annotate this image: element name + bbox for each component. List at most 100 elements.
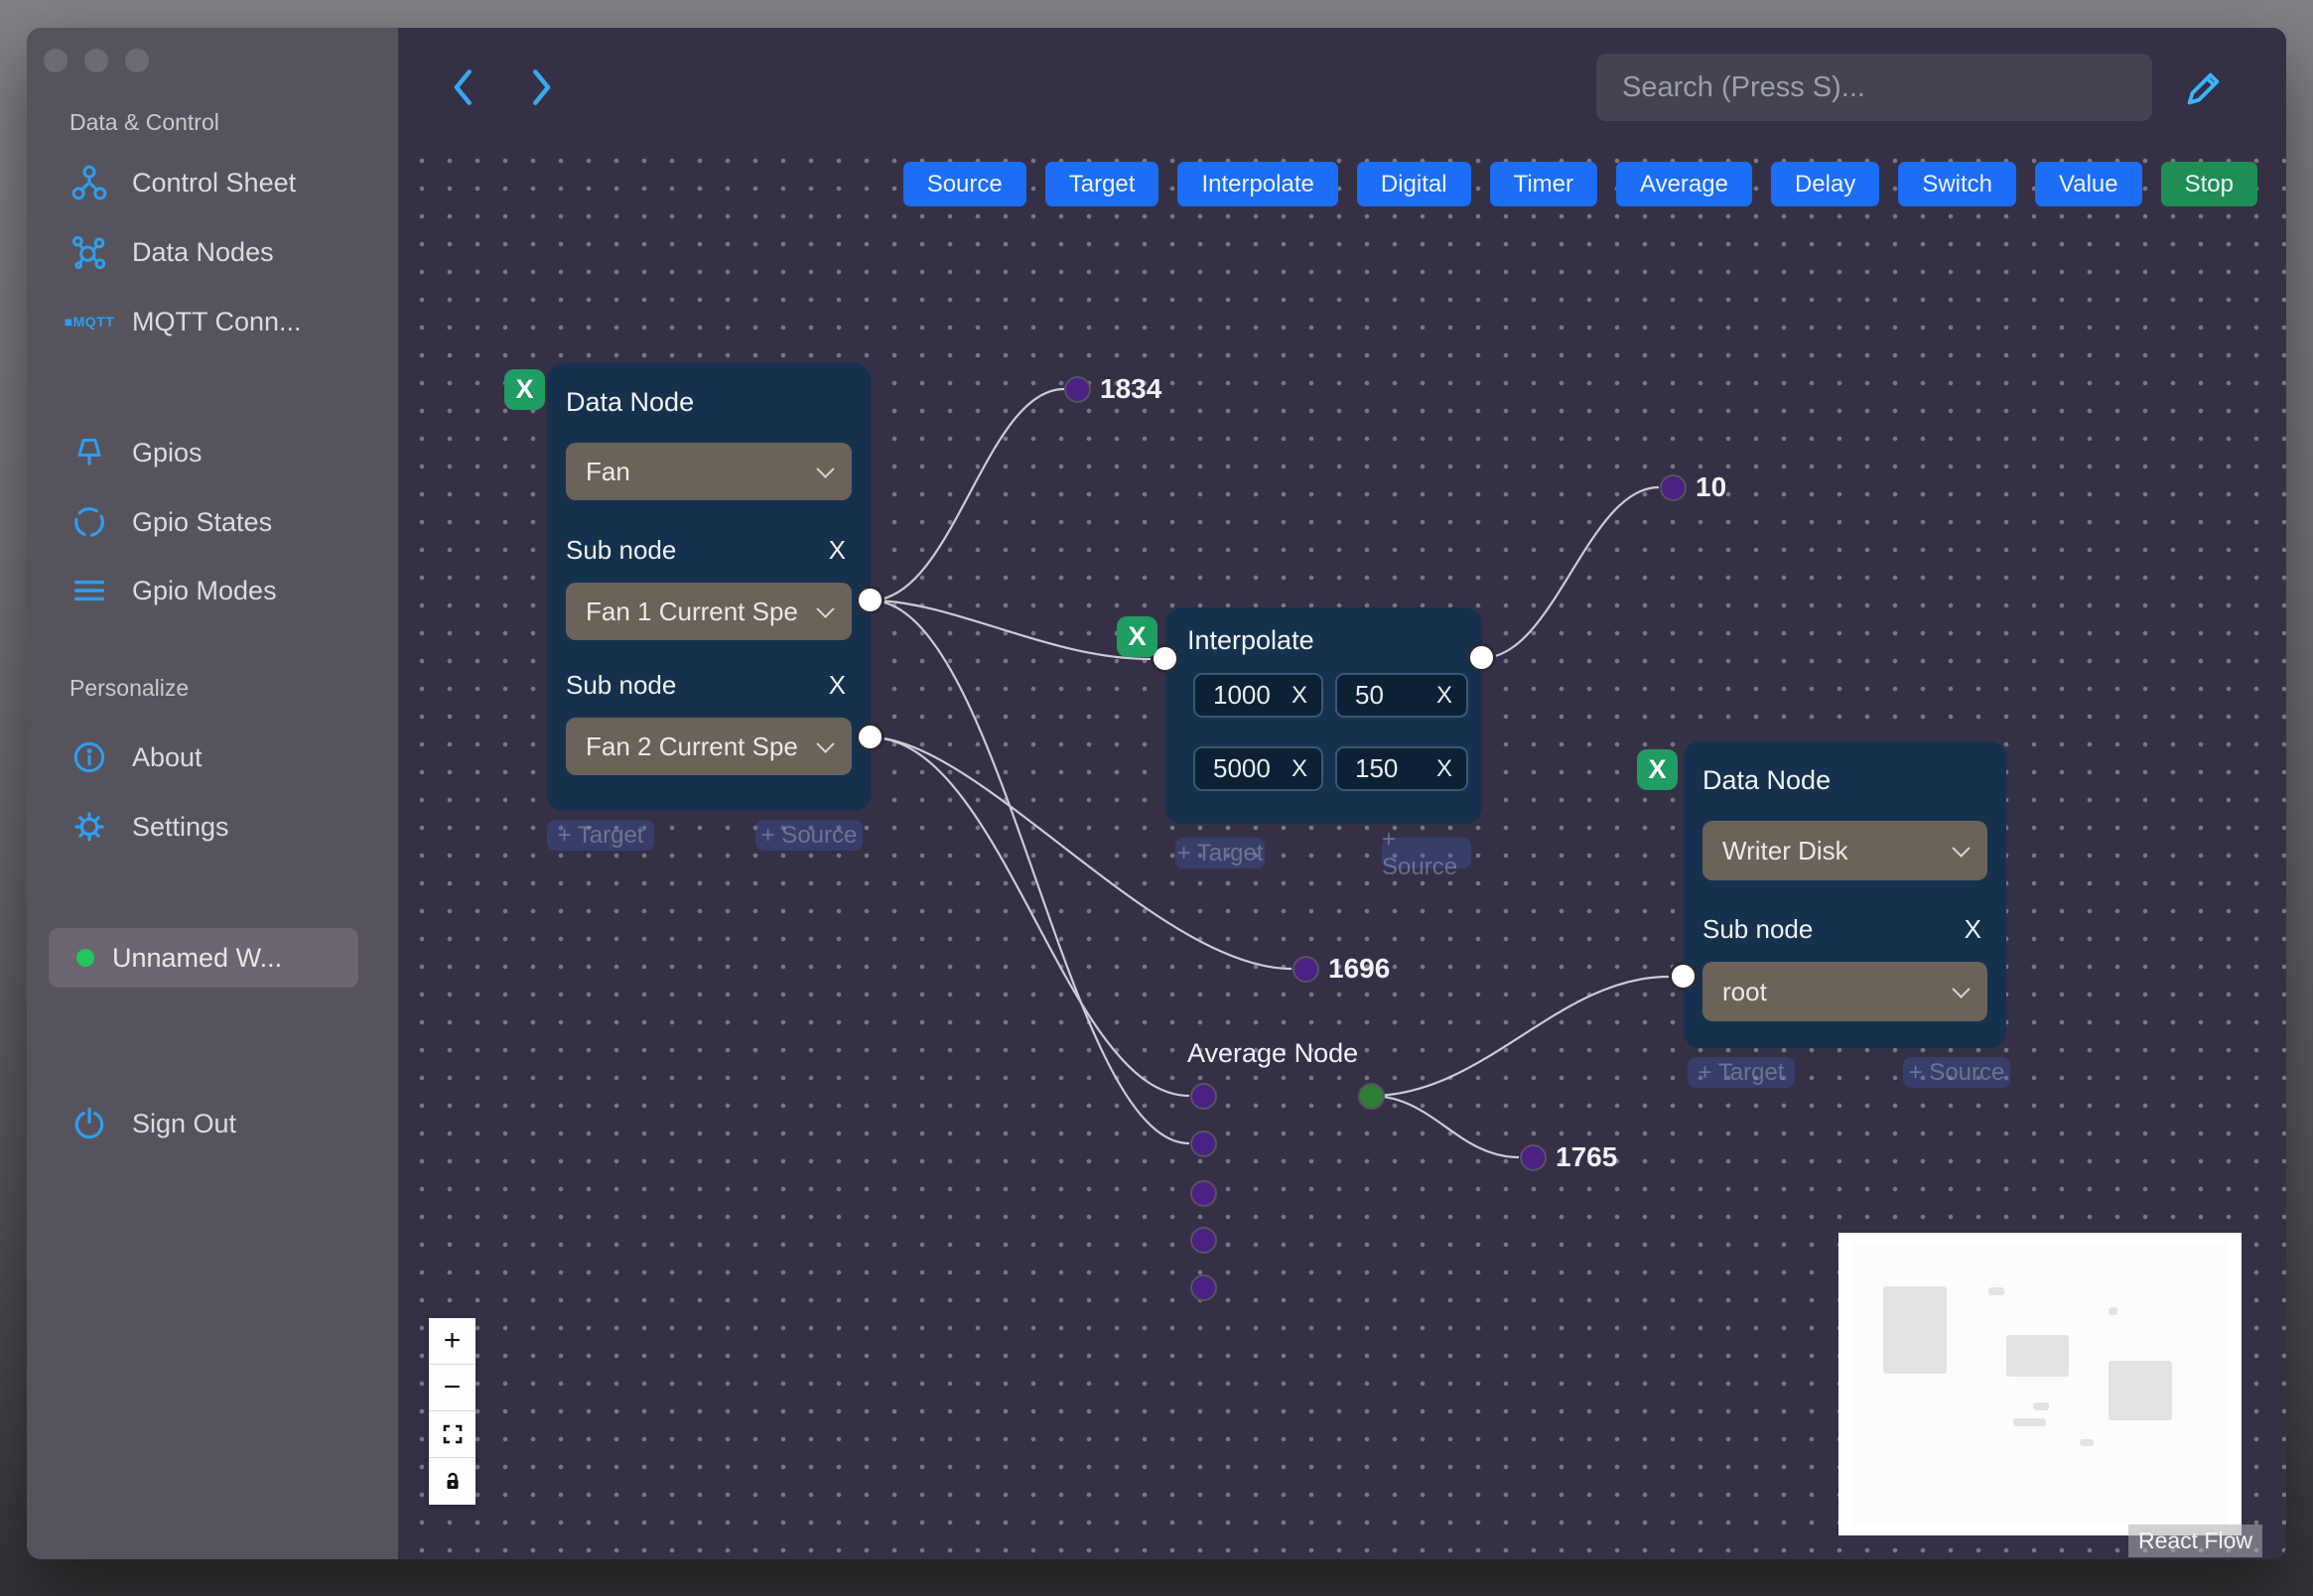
- remove-value-button[interactable]: X: [1292, 755, 1307, 783]
- sub-node-select[interactable]: Fan 2 Current Spe: [566, 718, 852, 775]
- chevron-right-icon: [533, 69, 551, 105]
- palette-interpolate-button[interactable]: Interpolate: [1177, 162, 1338, 206]
- mqtt-icon: ■MQTT: [64, 314, 115, 330]
- interpolate-value-field[interactable]: 150 X: [1335, 746, 1468, 791]
- palette-delay-button[interactable]: Delay: [1770, 162, 1880, 206]
- add-target-button[interactable]: + Target: [547, 820, 654, 851]
- sidebar-item-label: Settings: [132, 811, 229, 842]
- window-traffic-lights[interactable]: [44, 49, 149, 72]
- sub-node-select[interactable]: Fan 1 Current Spe: [566, 583, 852, 640]
- workspace-status-dot: [76, 949, 94, 967]
- remove-value-button[interactable]: X: [1436, 682, 1452, 710]
- add-target-button[interactable]: + Target: [1175, 838, 1265, 868]
- sidebar-item-label: Data Nodes: [132, 236, 274, 267]
- sub-node-select[interactable]: root: [1702, 962, 1987, 1021]
- remove-value-button[interactable]: X: [1292, 682, 1307, 710]
- palette-average-button[interactable]: Average: [1616, 162, 1752, 206]
- zoom-window-icon[interactable]: [125, 49, 149, 72]
- palette-digital-button[interactable]: Digital: [1356, 162, 1471, 206]
- sidebar-item-workspace[interactable]: Unnamed W...: [49, 928, 358, 988]
- average-target-handle[interactable]: [1190, 1274, 1217, 1301]
- edit-button[interactable]: [2181, 66, 2227, 111]
- sidebar-item-gpio-states[interactable]: Gpio States: [69, 501, 272, 543]
- add-source-button[interactable]: + Source: [755, 820, 863, 851]
- interpolate-value: 5000: [1213, 753, 1271, 783]
- average-source-handle[interactable]: [1358, 1083, 1385, 1110]
- palette-timer-button[interactable]: Timer: [1489, 162, 1597, 206]
- device-select[interactable]: Fan: [566, 443, 852, 500]
- sidebar: Data & Control Control Sheet Data Nodes …: [27, 28, 398, 1559]
- interpolate-node[interactable]: Interpolate 1000 X 50 X 5000 X 150 X: [1165, 607, 1482, 824]
- delete-node-button[interactable]: X: [1117, 616, 1157, 657]
- sidebar-item-mqtt[interactable]: ■MQTT MQTT Conn...: [64, 301, 302, 342]
- lock-button[interactable]: [429, 1458, 476, 1505]
- sidebar-item-settings[interactable]: Settings: [69, 806, 229, 848]
- remove-value-button[interactable]: X: [1436, 755, 1452, 783]
- node-title: Interpolate: [1187, 625, 1314, 655]
- data-node-fan[interactable]: Data Node Fan Sub node X Fan 1 Current S…: [547, 363, 871, 811]
- minimap-node: [1988, 1287, 2004, 1295]
- desktop: Data & Control Control Sheet Data Nodes …: [0, 0, 2313, 1596]
- info-icon: [69, 737, 109, 777]
- interpolate-value-field[interactable]: 1000 X: [1193, 673, 1323, 718]
- remove-sub-node-button[interactable]: X: [1965, 914, 1981, 945]
- add-target-button[interactable]: + Target: [1688, 1057, 1795, 1088]
- forward-button[interactable]: [519, 66, 563, 109]
- target-handle[interactable]: [1669, 962, 1698, 991]
- minimap[interactable]: [1838, 1233, 2242, 1535]
- interpolate-value-field[interactable]: 50 X: [1335, 673, 1468, 718]
- sidebar-item-about[interactable]: About: [69, 736, 203, 778]
- node-title: Data Node: [566, 387, 695, 417]
- search-input[interactable]: [1596, 54, 2152, 121]
- add-source-button[interactable]: + Source: [1903, 1057, 2010, 1088]
- flow-canvas[interactable]: Source Target Interpolate Digital Timer …: [398, 28, 2286, 1559]
- edge-value-label: 1834: [1100, 373, 1162, 404]
- zoom-out-button[interactable]: −: [429, 1365, 476, 1411]
- chevron-down-icon: [1952, 838, 1971, 858]
- palette-value-button[interactable]: Value: [2035, 162, 2142, 206]
- sidebar-item-data-nodes[interactable]: Data Nodes: [69, 231, 274, 273]
- source-handle[interactable]: [856, 723, 884, 751]
- average-target-handle[interactable]: [1190, 1227, 1217, 1254]
- value-dot[interactable]: [1293, 956, 1319, 983]
- chevron-down-icon: [816, 459, 835, 478]
- average-target-handle[interactable]: [1190, 1083, 1217, 1110]
- interpolate-value-field[interactable]: 5000 X: [1193, 746, 1323, 791]
- remove-sub-node-button[interactable]: X: [829, 535, 846, 566]
- device-select[interactable]: Writer Disk: [1702, 821, 1987, 880]
- sub-node-select-value: Fan 1 Current Spe: [586, 596, 798, 626]
- fit-view-icon: [443, 1424, 462, 1444]
- sub-node-label: Sub node: [566, 670, 677, 700]
- sidebar-item-label: MQTT Conn...: [132, 306, 302, 336]
- minimize-window-icon[interactable]: [84, 49, 108, 72]
- zoom-in-button[interactable]: +: [429, 1318, 476, 1365]
- source-handle[interactable]: [1467, 643, 1496, 672]
- fit-view-button[interactable]: [429, 1411, 476, 1458]
- value-dot[interactable]: [1520, 1144, 1547, 1171]
- data-node-writer[interactable]: Data Node Writer Disk Sub node X root: [1684, 741, 2006, 1048]
- close-window-icon[interactable]: [44, 49, 68, 72]
- back-button[interactable]: [442, 66, 485, 109]
- sidebar-item-control-sheet[interactable]: Control Sheet: [69, 162, 296, 203]
- palette-stop-button[interactable]: Stop: [2160, 162, 2257, 206]
- palette-switch-button[interactable]: Switch: [1898, 162, 2017, 206]
- delete-node-button[interactable]: X: [1637, 749, 1678, 790]
- chevron-down-icon: [1952, 979, 1971, 998]
- chevron-down-icon: [816, 733, 835, 753]
- average-target-handle[interactable]: [1190, 1180, 1217, 1207]
- edge-average-1765: [1370, 1094, 1520, 1159]
- sidebar-item-gpios[interactable]: Gpios: [69, 432, 203, 473]
- value-dot[interactable]: [1064, 376, 1091, 403]
- average-target-handle[interactable]: [1190, 1130, 1217, 1157]
- palette-target-button[interactable]: Target: [1044, 162, 1159, 206]
- source-handle[interactable]: [856, 586, 884, 614]
- lines-icon: [69, 571, 109, 610]
- sidebar-item-sign-out[interactable]: Sign Out: [69, 1103, 236, 1144]
- palette-source-button[interactable]: Source: [902, 162, 1026, 206]
- sidebar-item-gpio-modes[interactable]: Gpio Modes: [69, 570, 277, 611]
- value-dot[interactable]: [1660, 474, 1687, 501]
- remove-sub-node-button[interactable]: X: [829, 670, 846, 701]
- add-source-button[interactable]: + Source: [1382, 826, 1471, 880]
- delete-node-button[interactable]: X: [504, 369, 545, 410]
- react-flow-attribution[interactable]: React Flow: [2127, 1525, 2262, 1557]
